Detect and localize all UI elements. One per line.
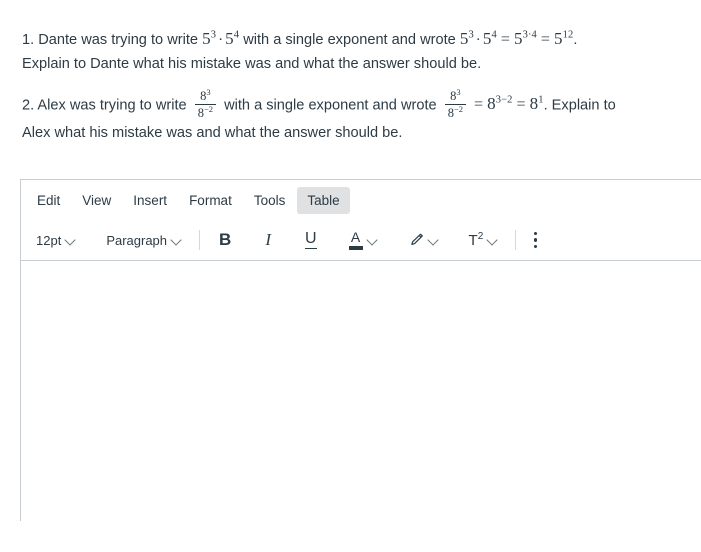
highlight-color-button[interactable]: [401, 228, 446, 252]
bold-icon: B: [219, 230, 232, 249]
chevron-down-icon[interactable]: [429, 235, 439, 245]
superscript-base: T: [468, 232, 478, 249]
chevron-down-icon[interactable]: [368, 235, 378, 245]
question-2-tail: . Explain to: [543, 97, 616, 114]
text-color-button[interactable]: A: [342, 225, 385, 256]
question-2-lead-text: Alex was trying to write: [37, 97, 187, 114]
text-color-icon: A: [348, 228, 363, 251]
editor-menubar: Edit View Insert Format Tools Table: [21, 180, 701, 220]
italic-icon: I: [265, 230, 271, 249]
question-1-number: 1.: [22, 32, 35, 48]
text-color-letter: A: [350, 228, 361, 245]
bold-button[interactable]: B: [210, 225, 240, 255]
chevron-down-icon: [66, 235, 76, 245]
question-1-expression-2: 53 · 54 = 53·4 = 512: [459, 29, 574, 48]
toolbar-divider: [199, 230, 201, 250]
question-2-line-2: Alex what his mistake was and what the a…: [22, 125, 403, 141]
question-2-expression-2: = 83−2 = 81: [474, 94, 544, 114]
question-1-line-2: Explain to Dante what his mistake was an…: [22, 56, 482, 72]
superscript-icon: T2: [469, 231, 484, 249]
question-2-fraction-1: 83 8−2: [194, 88, 217, 120]
chevron-down-icon[interactable]: [488, 235, 498, 245]
menu-item-table[interactable]: Table: [297, 186, 350, 214]
question-1-tail: .: [573, 32, 578, 48]
font-size-value: 12pt: [36, 232, 62, 248]
kebab-dot: [534, 232, 538, 236]
more-options-button[interactable]: [526, 228, 545, 252]
superscript-exponent: 2: [477, 231, 484, 242]
kebab-dot: [534, 244, 538, 248]
chevron-down-icon: [172, 235, 182, 245]
question-1-lead-text: Dante was trying to write: [38, 32, 199, 48]
menu-item-insert[interactable]: Insert: [123, 187, 177, 214]
question-2-fraction-2: 83 8−2: [444, 88, 466, 120]
menu-item-tools[interactable]: Tools: [244, 187, 296, 214]
toolbar-divider: [515, 230, 517, 250]
questions-container: 1. Dante was trying to write 53 · 54 with …: [0, 0, 701, 145]
block-format-value: Paragraph: [106, 232, 168, 248]
text-color-swatch: [348, 246, 363, 251]
rich-text-editor: Edit View Insert Format Tools Table 12pt…: [20, 179, 701, 521]
menu-item-format[interactable]: Format: [179, 187, 242, 214]
menu-item-view[interactable]: View: [72, 187, 121, 214]
italic-button[interactable]: I: [256, 225, 280, 255]
editor-toolbar: 12pt Paragraph B I U A T2: [21, 220, 701, 261]
block-format-dropdown[interactable]: Paragraph: [99, 228, 189, 253]
font-size-dropdown[interactable]: 12pt: [29, 228, 83, 253]
question-1-expression-1: 53 · 54: [202, 29, 240, 48]
question-1-middle-text: with a single exponent and wrote: [243, 32, 456, 48]
question-2-paragraph: 2. Alex was trying to write 83 8−2 with a…: [22, 88, 679, 145]
underline-icon: U: [304, 230, 317, 250]
underline-button[interactable]: U: [296, 226, 326, 255]
question-2-middle-text: with a single exponent and wrote: [224, 97, 437, 114]
highlighter-pen-icon: [408, 233, 424, 247]
question-1-paragraph: 1. Dante was trying to write 53 · 54 with …: [22, 28, 679, 76]
menu-item-edit[interactable]: Edit: [27, 187, 70, 214]
kebab-dot: [534, 238, 538, 242]
question-2-number: 2.: [22, 97, 35, 114]
superscript-button[interactable]: T2: [462, 226, 506, 254]
editor-content-area[interactable]: [21, 261, 701, 521]
